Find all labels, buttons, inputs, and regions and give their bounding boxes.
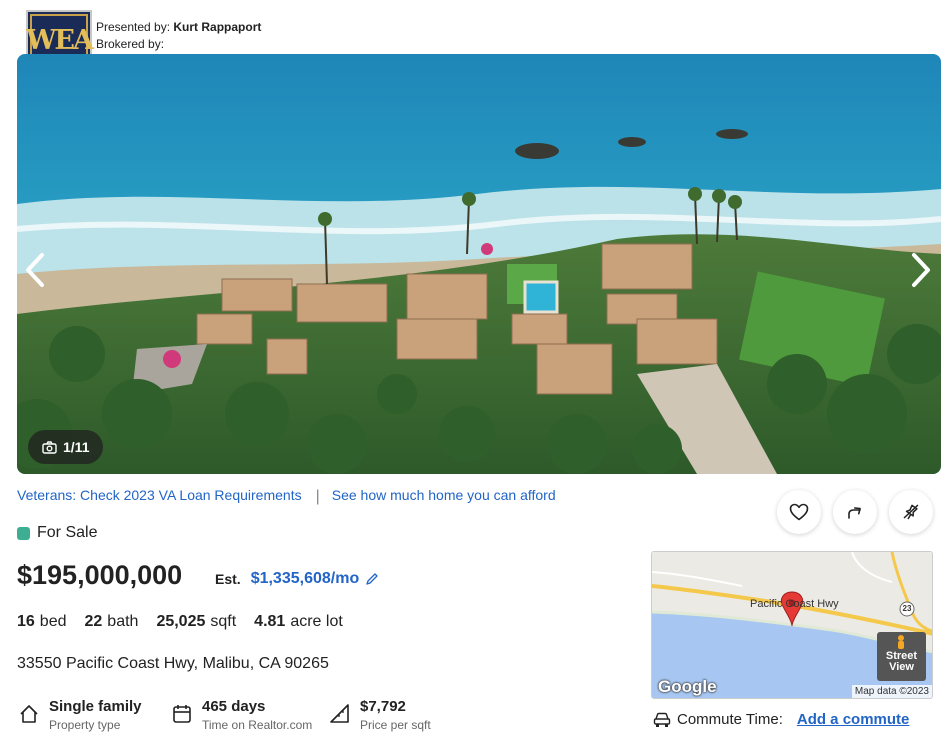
listing-status: For Sale <box>17 524 97 542</box>
add-commute-link[interactable]: Add a commute <box>797 711 910 728</box>
camera-icon <box>42 440 57 454</box>
property-address: 33550 Pacific Coast Hwy, Malibu, CA 9026… <box>17 655 329 672</box>
calendar-icon <box>170 702 194 726</box>
hide-listing-button[interactable] <box>889 490 933 534</box>
heart-icon <box>789 503 809 521</box>
price-per-sqft-value: $7,792 <box>360 698 406 715</box>
share-icon <box>848 507 861 519</box>
va-loan-link[interactable]: Veterans: Check 2023 VA Loan Requirement… <box>17 487 302 503</box>
street-view-button[interactable]: Street View <box>877 632 926 681</box>
commute-label: Commute Time: <box>677 711 783 728</box>
status-text: For Sale <box>37 524 98 541</box>
affordability-link[interactable]: See how much home you can afford <box>332 487 556 503</box>
route-shield: 23 <box>902 604 912 613</box>
edit-pencil-icon[interactable] <box>365 572 379 586</box>
feature-property-type: Single family Property type <box>17 698 142 734</box>
brokered-by: Brokered by: <box>96 37 165 51</box>
property-type-value: Single family <box>49 698 142 715</box>
est-monthly-payment-link[interactable]: $1,335,608/mo <box>251 570 360 588</box>
share-button[interactable] <box>833 490 877 534</box>
hide-icon <box>903 504 919 520</box>
listing-page: WEA Presented by: Kurt Rappaport Brokere… <box>0 0 949 739</box>
listing-price: $195,000,000 <box>17 560 183 590</box>
street-view-label-2: View <box>889 661 914 673</box>
listing-photo[interactable] <box>17 54 941 474</box>
estimated-payment: Est. $1,335,608/mo <box>215 570 379 588</box>
finance-links: Veterans: Check 2023 VA Loan Requirement… <box>17 486 556 505</box>
previous-photo-button[interactable] <box>20 250 50 290</box>
est-label: Est. <box>215 571 241 587</box>
map-data-attribution: Map data ©2023 <box>851 685 932 698</box>
map-road-label: Pacific Coast Hwy <box>750 598 839 610</box>
pegman-icon <box>898 635 904 649</box>
property-facts: 16 bed 22 bath 25,025 sqft 4.81 acre lot <box>17 613 343 631</box>
commute-row: Commute Time: Add a commute <box>653 711 909 728</box>
photo-counter-text: 1/11 <box>63 439 90 455</box>
aerial-photo-image <box>17 54 941 474</box>
car-icon <box>653 712 671 727</box>
time-on-site-label: Time on Realtor.com <box>202 718 313 732</box>
presented-label: Presented by: <box>96 20 171 34</box>
lot-fact: 4.81 acre lot <box>254 613 343 630</box>
sqft-fact: 25,025 sqft <box>156 613 237 630</box>
photo-counter-button[interactable]: 1/11 <box>28 430 104 464</box>
save-favorite-button[interactable] <box>777 490 821 534</box>
agent-name[interactable]: Kurt Rappaport <box>173 20 261 34</box>
status-indicator <box>17 526 30 540</box>
baths-fact: 22 bath <box>84 613 139 630</box>
next-photo-button[interactable] <box>906 250 936 290</box>
feature-price-per-sqft: $7,792 Price per sqft <box>328 698 431 734</box>
time-on-site-value: 465 days <box>202 698 266 715</box>
price-per-sqft-label: Price per sqft <box>360 718 431 732</box>
feature-time-on-site: 465 days Time on Realtor.com <box>170 698 312 734</box>
google-logo: Google <box>658 677 717 696</box>
presented-by: Presented by: Kurt Rappaport <box>96 20 261 34</box>
chevron-left-icon <box>26 253 44 287</box>
property-type-label: Property type <box>49 718 121 732</box>
link-separator: | <box>315 488 320 505</box>
house-icon <box>17 702 41 726</box>
chevron-right-icon <box>912 253 930 287</box>
location-map[interactable]: Pacific Coast Hwy 23 Street View Google … <box>651 551 933 699</box>
ruler-icon <box>328 702 352 726</box>
beds-fact: 16 bed <box>17 613 67 630</box>
